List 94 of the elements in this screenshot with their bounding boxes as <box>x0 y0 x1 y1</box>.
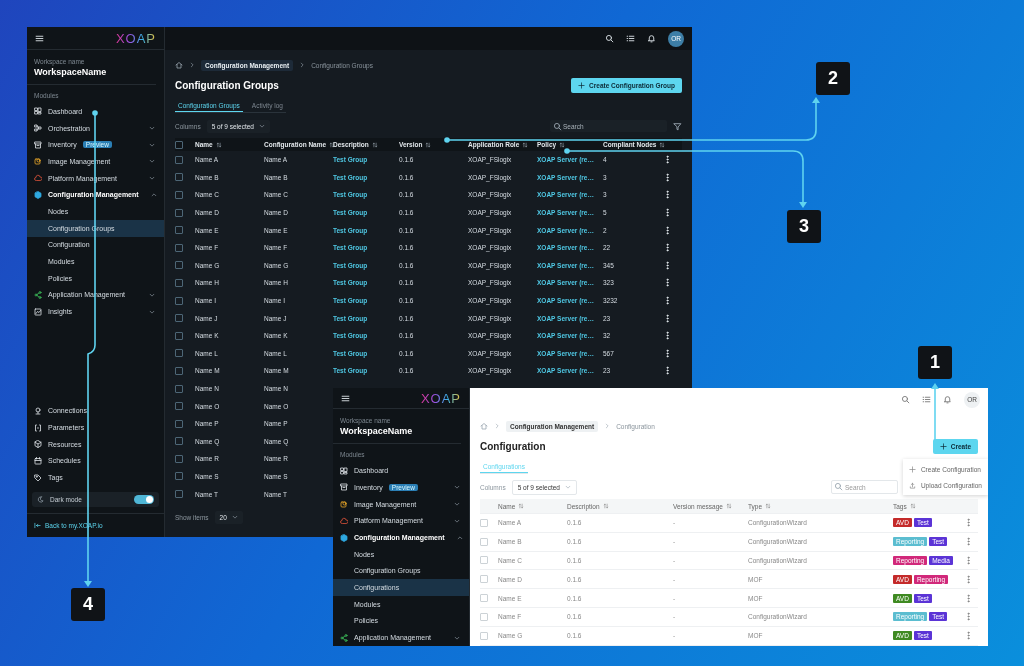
checkbox[interactable] <box>175 314 183 323</box>
plus-icon <box>908 465 916 473</box>
grid-icon <box>34 107 42 116</box>
checkbox[interactable] <box>175 261 183 270</box>
more-icon[interactable] <box>663 331 672 341</box>
box-icon <box>34 140 42 149</box>
braces-icon <box>34 423 42 432</box>
image-icon <box>34 157 42 166</box>
filter-icon[interactable] <box>673 121 682 131</box>
upload-icon <box>908 481 916 489</box>
cloud-icon <box>340 516 348 525</box>
home-icon[interactable] <box>175 61 183 69</box>
chevron-down-icon[interactable] <box>149 291 155 298</box>
image-icon <box>340 500 348 509</box>
cloud-icon <box>34 174 42 183</box>
cube-icon <box>34 190 42 199</box>
checkbox[interactable] <box>175 243 183 252</box>
callout-number: 1 <box>918 346 952 379</box>
more-icon[interactable] <box>663 348 672 358</box>
chevron-right-icon <box>299 62 306 68</box>
box-icon <box>340 483 348 492</box>
more-icon[interactable] <box>663 190 672 200</box>
checkbox[interactable] <box>175 140 183 149</box>
pin-icon <box>34 406 42 415</box>
menu-icon[interactable] <box>341 393 350 403</box>
checkbox[interactable] <box>175 226 183 235</box>
callout-number: 3 <box>787 210 821 243</box>
chevron-down-icon[interactable] <box>231 514 238 521</box>
checkbox[interactable] <box>175 490 183 499</box>
share-icon <box>34 290 42 299</box>
more-icon[interactable] <box>663 243 672 253</box>
chevron-up-icon[interactable] <box>150 191 157 198</box>
more-icon[interactable] <box>663 172 672 182</box>
more-icon[interactable] <box>663 366 672 376</box>
more-icon[interactable] <box>663 313 672 323</box>
callout-arrow <box>931 383 939 441</box>
search-icon[interactable] <box>605 34 614 43</box>
search-icon[interactable] <box>553 122 562 131</box>
checkbox[interactable] <box>175 191 183 199</box>
checkbox[interactable] <box>175 173 183 182</box>
callout-number: 4 <box>71 588 105 621</box>
more-icon[interactable] <box>663 225 672 235</box>
chevron-down-icon[interactable] <box>149 308 155 315</box>
plus-icon <box>578 81 586 89</box>
chevron-right-icon <box>494 423 500 429</box>
flowchart-icon <box>34 124 42 133</box>
checkbox[interactable] <box>175 208 183 217</box>
package-icon <box>34 440 42 449</box>
chevron-down-icon[interactable] <box>149 125 155 132</box>
chevron-down-icon[interactable] <box>454 634 460 641</box>
calendar-icon <box>34 456 42 465</box>
more-icon[interactable] <box>663 278 672 288</box>
more-icon[interactable] <box>663 260 672 270</box>
workspace-name[interactable]: WorkspaceName <box>333 426 461 445</box>
page-title: Configuration Groups <box>175 79 279 91</box>
plus-icon <box>939 442 947 450</box>
chevron-up-icon[interactable] <box>456 534 463 541</box>
chevron-down-icon[interactable] <box>454 484 460 491</box>
checkbox[interactable] <box>175 472 183 481</box>
checkbox[interactable] <box>175 437 183 446</box>
checkbox[interactable] <box>175 419 183 428</box>
chevron-down-icon[interactable] <box>454 517 460 524</box>
chevron-down-icon[interactable] <box>564 484 571 490</box>
cube-icon <box>340 533 348 542</box>
chevron-right-icon <box>189 62 195 68</box>
more-icon[interactable] <box>663 208 672 218</box>
more-icon[interactable] <box>663 155 672 165</box>
grid-icon <box>340 466 348 475</box>
chevron-down-icon[interactable] <box>454 501 460 508</box>
exit-icon <box>34 522 41 529</box>
menu-icon[interactable] <box>35 33 44 43</box>
chevron-right-icon <box>604 423 611 429</box>
page-title: Configuration <box>480 440 546 452</box>
checkbox[interactable] <box>175 454 183 463</box>
tag-icon <box>34 473 42 482</box>
moon-icon <box>37 496 44 503</box>
checkbox[interactable] <box>175 278 183 287</box>
chevron-down-icon[interactable] <box>258 123 265 129</box>
more-icon[interactable] <box>663 296 672 306</box>
checkbox[interactable] <box>175 331 183 340</box>
checkbox[interactable] <box>175 402 183 411</box>
chart-icon <box>34 307 42 316</box>
checkbox[interactable] <box>175 155 183 164</box>
chevron-down-icon[interactable] <box>149 175 155 182</box>
toggle-switch[interactable] <box>134 495 154 504</box>
callout-number: 2 <box>816 62 850 95</box>
checkbox[interactable] <box>175 366 183 375</box>
chevron-down-icon[interactable] <box>149 158 155 165</box>
workspace-name[interactable]: WorkspaceName <box>27 67 156 85</box>
share-icon <box>340 633 348 642</box>
checkbox[interactable] <box>175 296 183 305</box>
checkbox[interactable] <box>175 384 183 393</box>
chevron-down-icon[interactable] <box>149 141 155 148</box>
checkbox[interactable] <box>175 349 183 358</box>
